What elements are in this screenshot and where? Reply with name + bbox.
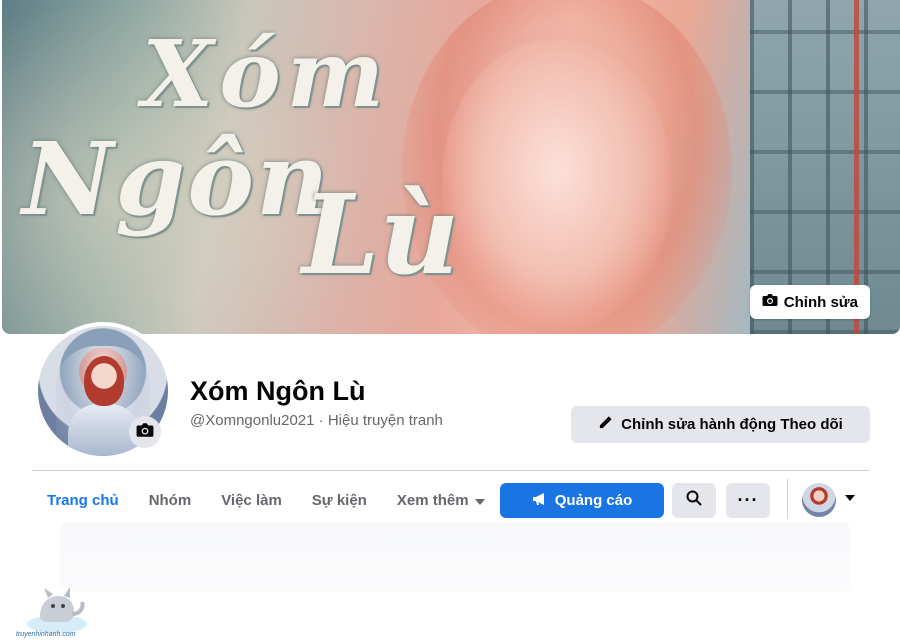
update-avatar-button[interactable]: [129, 416, 161, 448]
edit-cover-button[interactable]: Chỉnh sửa: [749, 285, 870, 319]
tab-home-label: Trang chủ: [47, 491, 119, 509]
page-tabs: Trang chủ Nhóm Việc làm Sự kiện Xem thêm: [32, 480, 500, 520]
camera-icon: [136, 422, 154, 443]
tab-jobs-label: Việc làm: [221, 491, 282, 509]
search-button[interactable]: [672, 483, 716, 518]
cover-stripe: [854, 0, 859, 334]
cover-title-line-1: Xóm: [142, 20, 391, 128]
meta-separator: ·: [314, 412, 328, 429]
page-handle: @Xomngonlu2021: [190, 412, 315, 429]
tab-events[interactable]: Sự kiện: [297, 492, 382, 509]
cover-face: [442, 40, 672, 330]
edit-cover-label: Chỉnh sửa: [783, 293, 858, 311]
tab-more-label: Xem thêm: [396, 491, 469, 509]
cover-title-line-2: Ngôn: [22, 120, 331, 238]
watermark-text: truyenhinhanh.com: [16, 631, 76, 638]
promote-label: Quảng cáo: [554, 492, 633, 509]
switch-profile-avatar[interactable]: [802, 483, 836, 517]
megaphone-icon: [532, 492, 548, 510]
page-category[interactable]: Hiệu truyện tranh: [328, 412, 443, 429]
header-divider: [32, 470, 870, 471]
avatar-figure: [84, 356, 124, 406]
pencil-icon: [598, 415, 613, 434]
more-options-button[interactable]: ···: [726, 483, 770, 518]
search-icon: [686, 490, 702, 511]
cat-logo-icon: [22, 576, 92, 636]
vertical-divider: [787, 479, 788, 519]
tab-groups-label: Nhóm: [148, 491, 192, 509]
tab-more[interactable]: Xem thêm: [382, 492, 500, 509]
tab-events-label: Sự kiện: [311, 491, 367, 509]
edit-follow-action-button[interactable]: Chỉnh sửa hành động Theo dõi: [571, 406, 870, 443]
caret-down-icon: [474, 492, 485, 509]
page-meta: @Xomngonlu2021 · Hiệu truyện tranh: [190, 412, 443, 429]
tab-home[interactable]: Trang chủ: [32, 492, 134, 509]
caret-down-icon[interactable]: [845, 495, 855, 501]
cover-window: [750, 0, 900, 334]
cover-photo: Xóm Ngôn Lù Chỉnh sửa: [2, 0, 900, 334]
cover-title-line-3: Lù: [302, 170, 460, 299]
tab-jobs[interactable]: Việc làm: [206, 492, 297, 509]
page-title: Xóm Ngôn Lù: [190, 376, 366, 406]
content-placeholder: [60, 522, 850, 592]
cover-title-art: Xóm Ngôn Lù: [22, 20, 459, 320]
edit-follow-action-label: Chỉnh sửa hành động Theo dõi: [621, 416, 843, 433]
promote-button[interactable]: Quảng cáo: [500, 483, 664, 518]
camera-icon: [762, 293, 778, 311]
more-dots-icon: ···: [737, 490, 759, 510]
tab-groups[interactable]: Nhóm: [134, 492, 207, 509]
